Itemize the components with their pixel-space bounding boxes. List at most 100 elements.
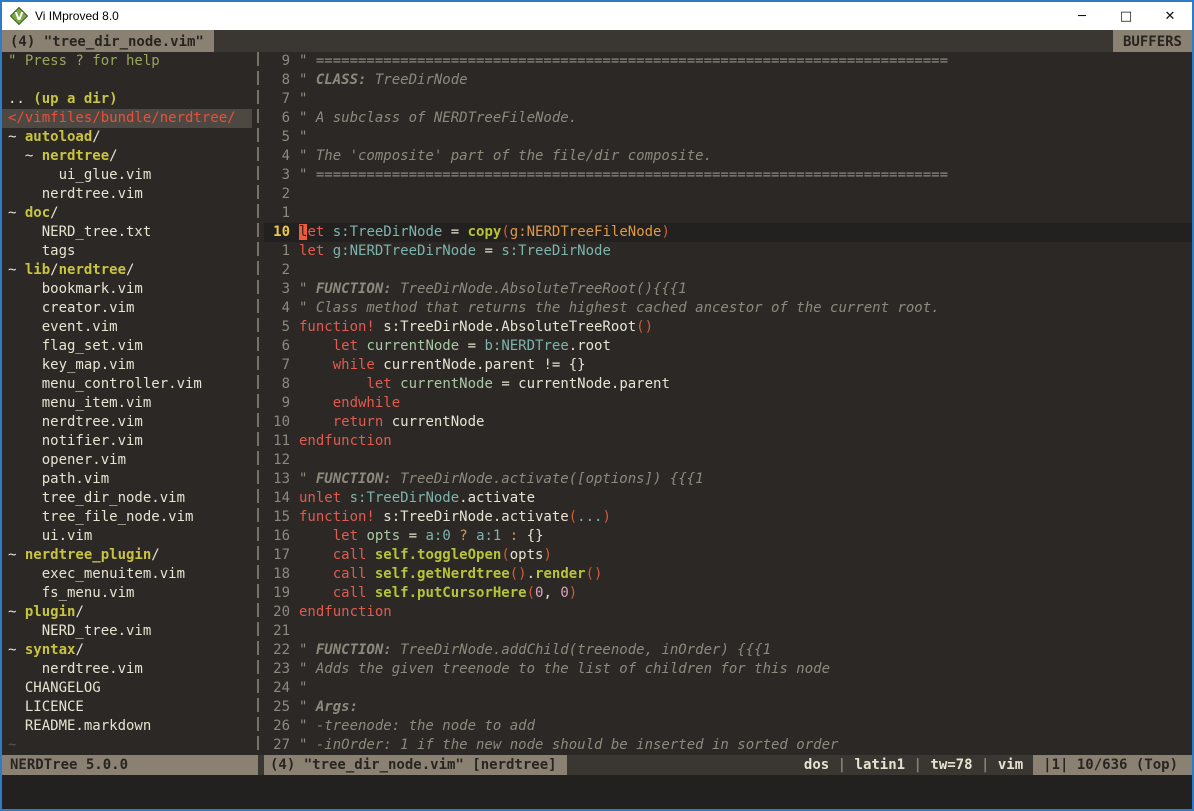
line-number: 21: [264, 622, 290, 641]
format-part: vim: [998, 757, 1023, 773]
tree-item[interactable]: .. (up a dir): [2, 90, 252, 109]
vim-icon: V: [10, 7, 28, 25]
editor-line[interactable]: 10 return currentNode: [264, 413, 1192, 432]
tree-item[interactable]: ~ syntax/: [2, 641, 252, 660]
nerdtree-pane[interactable]: " Press ? for help .. (up a dir)</vimfile…: [2, 52, 252, 755]
editor-line[interactable]: 26" -treenode: the node to add: [264, 717, 1192, 736]
tree-item[interactable]: NERD_tree.txt: [2, 223, 252, 242]
split-bar: [257, 52, 259, 755]
editor-line[interactable]: 19 call self.putCursorHere(0, 0): [264, 584, 1192, 603]
editor-line[interactable]: 2: [264, 261, 1192, 280]
tree-item[interactable]: [2, 71, 252, 90]
tree-item[interactable]: notifier.vim: [2, 432, 252, 451]
tree-item[interactable]: menu_controller.vim: [2, 375, 252, 394]
editor-line[interactable]: 18 call self.getNerdtree().render(): [264, 565, 1192, 584]
editor-line[interactable]: 2: [264, 185, 1192, 204]
editor-pane[interactable]: 9" =====================================…: [264, 52, 1192, 755]
editor-line[interactable]: 22" FUNCTION: TreeDirNode.addChild(treen…: [264, 641, 1192, 660]
format-separator: |: [973, 757, 998, 773]
editor-line[interactable]: 23" Adds the given treenode to the list …: [264, 660, 1192, 679]
tree-item[interactable]: ~ autoload/: [2, 128, 252, 147]
line-text: nerdtree.vim: [8, 413, 143, 432]
editor-line[interactable]: 25" Args:: [264, 698, 1192, 717]
line-text: ~ plugin/: [8, 603, 84, 622]
editor-line[interactable]: 8" CLASS: TreeDirNode: [264, 71, 1192, 90]
tree-item[interactable]: tree_dir_node.vim: [2, 489, 252, 508]
editor-line[interactable]: 3" =====================================…: [264, 166, 1192, 185]
editor-line[interactable]: 16 let opts = a:0 ? a:1 : {}: [264, 527, 1192, 546]
line-text: ~ nerdtree/: [8, 147, 118, 166]
editor-line[interactable]: 12: [264, 451, 1192, 470]
editor-line[interactable]: 15function! s:TreeDirNode.activate(...): [264, 508, 1192, 527]
line-text: " ======================================…: [299, 52, 948, 71]
tree-item[interactable]: LICENCE: [2, 698, 252, 717]
tree-item[interactable]: CHANGELOG: [2, 679, 252, 698]
editor-line[interactable]: 7": [264, 90, 1192, 109]
editor-line[interactable]: 5function! s:TreeDirNode.AbsoluteTreeRoo…: [264, 318, 1192, 337]
editor-line[interactable]: 20endfunction: [264, 603, 1192, 622]
tree-item[interactable]: tags: [2, 242, 252, 261]
command-line-area[interactable]: [2, 775, 1192, 809]
vertical-split-separator[interactable]: [252, 52, 264, 755]
tree-item[interactable]: ~ lib/nerdtree/: [2, 261, 252, 280]
tree-item[interactable]: fs_menu.vim: [2, 584, 252, 603]
editor-line[interactable]: 13" FUNCTION: TreeDirNode.activate([opti…: [264, 470, 1192, 489]
editor-line[interactable]: 6" A subclass of NERDTreeFileNode.: [264, 109, 1192, 128]
tree-item[interactable]: ui_glue.vim: [2, 166, 252, 185]
tree-item[interactable]: creator.vim: [2, 299, 252, 318]
line-text: notifier.vim: [8, 432, 143, 451]
editor-line[interactable]: 1let g:NERDTreeDirNode = s:TreeDirNode: [264, 242, 1192, 261]
tree-item[interactable]: tree_file_node.vim: [2, 508, 252, 527]
line-text: ": [299, 679, 307, 698]
editor-line[interactable]: 7 while currentNode.parent != {}: [264, 356, 1192, 375]
editor-line[interactable]: 4" The 'composite' part of the file/dir …: [264, 147, 1192, 166]
tree-item[interactable]: nerdtree.vim: [2, 660, 252, 679]
tree-item[interactable]: ~ plugin/: [2, 603, 252, 622]
editor-line[interactable]: 24": [264, 679, 1192, 698]
tree-item[interactable]: " Press ? for help: [2, 52, 252, 71]
line-text: " Args:: [299, 698, 358, 717]
line-number: 13: [264, 470, 290, 489]
tree-item[interactable]: menu_item.vim: [2, 394, 252, 413]
editor-line[interactable]: 11endfunction: [264, 432, 1192, 451]
tree-item[interactable]: bookmark.vim: [2, 280, 252, 299]
editor-line[interactable]: 27" -inOrder: 1 if the new node should b…: [264, 736, 1192, 755]
tree-item[interactable]: ~: [2, 736, 252, 755]
editor-line[interactable]: 6 let currentNode = b:NERDTree.root: [264, 337, 1192, 356]
editor-line[interactable]: 8 let currentNode = currentNode.parent: [264, 375, 1192, 394]
tree-item[interactable]: ~ nerdtree/: [2, 147, 252, 166]
editor-line[interactable]: 10let s:TreeDirNode = copy(g:NERDTreeFil…: [264, 223, 1192, 242]
editor-line[interactable]: 9 endwhile: [264, 394, 1192, 413]
editor-line[interactable]: 5": [264, 128, 1192, 147]
editor-line[interactable]: 3" FUNCTION: TreeDirNode.AbsoluteTreeRoo…: [264, 280, 1192, 299]
close-button[interactable]: ✕: [1148, 2, 1192, 30]
editor-line[interactable]: 21: [264, 622, 1192, 641]
line-text: while currentNode.parent != {}: [299, 356, 586, 375]
line-text: creator.vim: [8, 299, 134, 318]
tree-item[interactable]: README.markdown: [2, 717, 252, 736]
line-number: 6: [264, 337, 290, 356]
tree-item[interactable]: ~ nerdtree_plugin/: [2, 546, 252, 565]
editor-line[interactable]: 17 call self.toggleOpen(opts): [264, 546, 1192, 565]
tree-item[interactable]: NERD_tree.vim: [2, 622, 252, 641]
tree-item[interactable]: path.vim: [2, 470, 252, 489]
tree-item[interactable]: nerdtree.vim: [2, 413, 252, 432]
editor-line[interactable]: 1: [264, 204, 1192, 223]
tree-item[interactable]: key_map.vim: [2, 356, 252, 375]
tree-item[interactable]: </vimfiles/bundle/nerdtree/: [2, 109, 252, 128]
tree-item[interactable]: event.vim: [2, 318, 252, 337]
tree-item[interactable]: flag_set.vim: [2, 337, 252, 356]
tree-item[interactable]: ~ doc/: [2, 204, 252, 223]
editor-line[interactable]: 4" Class method that returns the highest…: [264, 299, 1192, 318]
minimize-button[interactable]: ─: [1060, 2, 1104, 30]
tree-item[interactable]: exec_menuitem.vim: [2, 565, 252, 584]
tree-item[interactable]: nerdtree.vim: [2, 185, 252, 204]
tree-item[interactable]: opener.vim: [2, 451, 252, 470]
editor-line[interactable]: 14unlet s:TreeDirNode.activate: [264, 489, 1192, 508]
line-text: " FUNCTION: TreeDirNode.AbsoluteTreeRoot…: [299, 280, 687, 299]
tab-tree-dir-node[interactable]: (4) "tree_dir_node.vim": [2, 30, 214, 52]
tree-item[interactable]: ui.vim: [2, 527, 252, 546]
line-number: 12: [264, 451, 290, 470]
maximize-button[interactable]: □: [1104, 2, 1148, 30]
editor-line[interactable]: 9" =====================================…: [264, 52, 1192, 71]
